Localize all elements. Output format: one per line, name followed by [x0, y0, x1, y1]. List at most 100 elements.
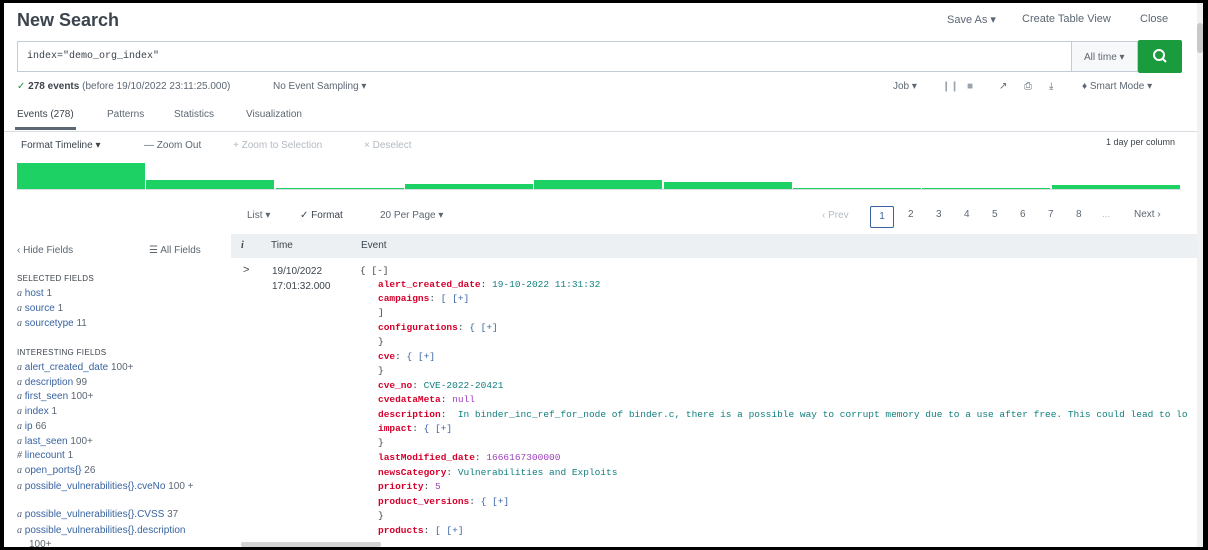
timeline-bar[interactable]	[922, 188, 1050, 189]
time-range-picker[interactable]: All time ▾	[1072, 41, 1138, 72]
field-host[interactable]: a host 1	[17, 288, 52, 299]
timeline-bar[interactable]	[276, 188, 404, 189]
share-icon[interactable]: ↗	[999, 81, 1007, 92]
time-column-header[interactable]: Time	[271, 240, 293, 251]
json-line-impact[interactable]: impact: { [+]	[378, 423, 452, 434]
timeline-bar[interactable]	[534, 180, 662, 189]
field-first-seen[interactable]: a first_seen 100+	[17, 391, 93, 402]
field-possible-vulnerabilities-cveno[interactable]: a possible_vulnerabilities{}.cveNo 100 +	[17, 480, 217, 494]
page-5-button[interactable]: 5	[992, 209, 998, 220]
search-button[interactable]	[1138, 40, 1182, 73]
field-last-seen[interactable]: a last_seen 100+	[17, 436, 93, 447]
field-open-ports[interactable]: a open_ports{} 26	[17, 465, 95, 476]
json-line-cve[interactable]: cve: { [+]	[378, 351, 435, 362]
job-menu[interactable]: Job ▾	[893, 81, 917, 92]
selected-fields-heading: SELECTED FIELDS	[17, 274, 94, 283]
page-8-button[interactable]: 8	[1076, 209, 1082, 220]
create-table-view-button[interactable]: Create Table View	[1022, 13, 1111, 25]
format-button[interactable]: ✓ Format	[300, 210, 343, 221]
json-line-campaigns[interactable]: campaigns: [ [+]	[378, 293, 469, 304]
deselect-button[interactable]: × Deselect	[364, 140, 412, 151]
per-page-menu[interactable]: 20 Per Page ▾	[380, 210, 443, 221]
page-1-button[interactable]: 1	[870, 206, 894, 228]
results-tabs: Events (278) Patterns Statistics Visuali…	[4, 103, 1203, 132]
timeline-bar[interactable]	[793, 188, 921, 189]
vertical-scrollbar[interactable]	[1197, 3, 1203, 547]
timeline-chart[interactable]	[17, 163, 1181, 190]
field-source[interactable]: a source 1	[17, 303, 63, 314]
scrollbar-thumb[interactable]	[1197, 23, 1203, 53]
field-linecount[interactable]: # linecount 1	[17, 450, 73, 461]
page-6-button[interactable]: 6	[1020, 209, 1026, 220]
json-line-description: description: In binder_inc_ref_for_node …	[378, 409, 1188, 420]
stop-icon[interactable]: ■	[967, 81, 973, 92]
field-possible-vulnerabilities-cvss[interactable]: a possible_vulnerabilities{}.CVSS 37	[17, 509, 178, 520]
print-icon[interactable]: ⎙	[1024, 81, 1032, 92]
string-type-icon: a	[17, 318, 22, 329]
string-type-icon: a	[17, 288, 22, 299]
json-close-bracket: ]	[378, 307, 384, 318]
timeline-bar[interactable]	[664, 182, 792, 189]
json-line-newscategory: newsCategory: Vulnerabilities and Exploi…	[378, 467, 618, 478]
horizontal-scrollbar[interactable]	[241, 542, 381, 547]
json-open-brace[interactable]: { [-]	[360, 265, 389, 276]
field-sourcetype[interactable]: a sourcetype 11	[17, 318, 87, 329]
close-button[interactable]: Close	[1140, 13, 1168, 25]
format-timeline-menu[interactable]: Format Timeline ▾	[21, 140, 100, 151]
field-alert-created-date[interactable]: a alert_created_date 100+	[17, 362, 134, 373]
hide-fields-button[interactable]: ‹ Hide Fields	[17, 245, 73, 256]
search-query: index="demo_org_index"	[27, 51, 160, 62]
timeline-bar[interactable]	[146, 180, 274, 189]
timeline-scale-label: 1 day per column	[1106, 137, 1176, 147]
field-description[interactable]: a description 99	[17, 377, 87, 388]
event-count-time: (before 19/10/2022 23:11:25.000)	[82, 81, 231, 92]
json-close-brace: }	[378, 510, 384, 521]
json-line-products[interactable]: products: [ [+]	[378, 525, 464, 536]
page-2-button[interactable]: 2	[908, 209, 914, 220]
time-range-label: All time ▾	[1084, 52, 1125, 63]
json-line-cvedatameta: cvedataMeta: null	[378, 394, 475, 405]
page-title: New Search	[17, 10, 120, 30]
page-4-button[interactable]: 4	[964, 209, 970, 220]
expand-row-chevron-icon[interactable]: >	[243, 264, 249, 276]
string-type-icon: a	[17, 303, 22, 314]
field-index[interactable]: a index 1	[17, 406, 57, 417]
tab-patterns[interactable]: Patterns	[107, 109, 144, 120]
search-mode-menu[interactable]: ♦ Smart Mode ▾	[1082, 81, 1152, 92]
export-icon[interactable]: ⤓	[1049, 81, 1053, 92]
json-line-priority: priority: 5	[378, 481, 441, 492]
event-count: 278 events	[28, 81, 80, 92]
json-close-brace: }	[378, 365, 384, 376]
pause-icon[interactable]: ❙❙	[942, 81, 959, 92]
json-line-lastmodified-date: lastModified_date: 1666167300000	[378, 452, 561, 463]
all-fields-button[interactable]: ☰ All Fields	[149, 245, 201, 256]
event-column-header[interactable]: Event	[361, 240, 387, 251]
zoom-out-button[interactable]: — Zoom Out	[144, 140, 201, 151]
event-timestamp: 19/10/2022 17:01:32.000	[272, 264, 330, 294]
timeline-bar[interactable]	[405, 184, 533, 189]
timeline-bar[interactable]	[1052, 185, 1180, 189]
check-icon: ✓	[17, 81, 26, 92]
page-3-button[interactable]: 3	[936, 209, 942, 220]
search-icon	[1153, 49, 1167, 63]
event-sampling-menu[interactable]: No Event Sampling ▾	[273, 81, 366, 92]
prev-page-button[interactable]: ‹ Prev	[822, 210, 849, 221]
tab-statistics[interactable]: Statistics	[174, 109, 214, 120]
lightbulb-icon: ♦	[1082, 81, 1088, 92]
timeline-bar[interactable]	[17, 163, 145, 189]
interesting-fields-heading: INTERESTING FIELDS	[17, 348, 107, 357]
json-line-configurations[interactable]: configurations: { [+]	[378, 322, 498, 333]
field-possible-vulnerabilities-description[interactable]: a possible_vulnerabilities{}.description…	[17, 524, 222, 547]
field-ip[interactable]: a ip 66	[17, 421, 46, 432]
zoom-to-selection-button[interactable]: + Zoom to Selection	[233, 140, 322, 151]
page-7-button[interactable]: 7	[1048, 209, 1054, 220]
splunk-search-page: New Search Save As ▾ Create Table View C…	[4, 3, 1203, 547]
json-line-alert-created-date: alert_created_date: 19-10-2022 11:31:32	[378, 279, 601, 290]
tab-events[interactable]: Events (278)	[15, 109, 76, 130]
tab-visualization[interactable]: Visualization	[246, 109, 302, 120]
save-as-menu[interactable]: Save As ▾	[947, 13, 996, 26]
search-input[interactable]: index="demo_org_index"	[17, 41, 1072, 72]
next-page-button[interactable]: Next ›	[1134, 209, 1161, 220]
list-view-menu[interactable]: List ▾	[247, 210, 270, 221]
json-line-product-versions[interactable]: product_versions: { [+]	[378, 496, 509, 507]
